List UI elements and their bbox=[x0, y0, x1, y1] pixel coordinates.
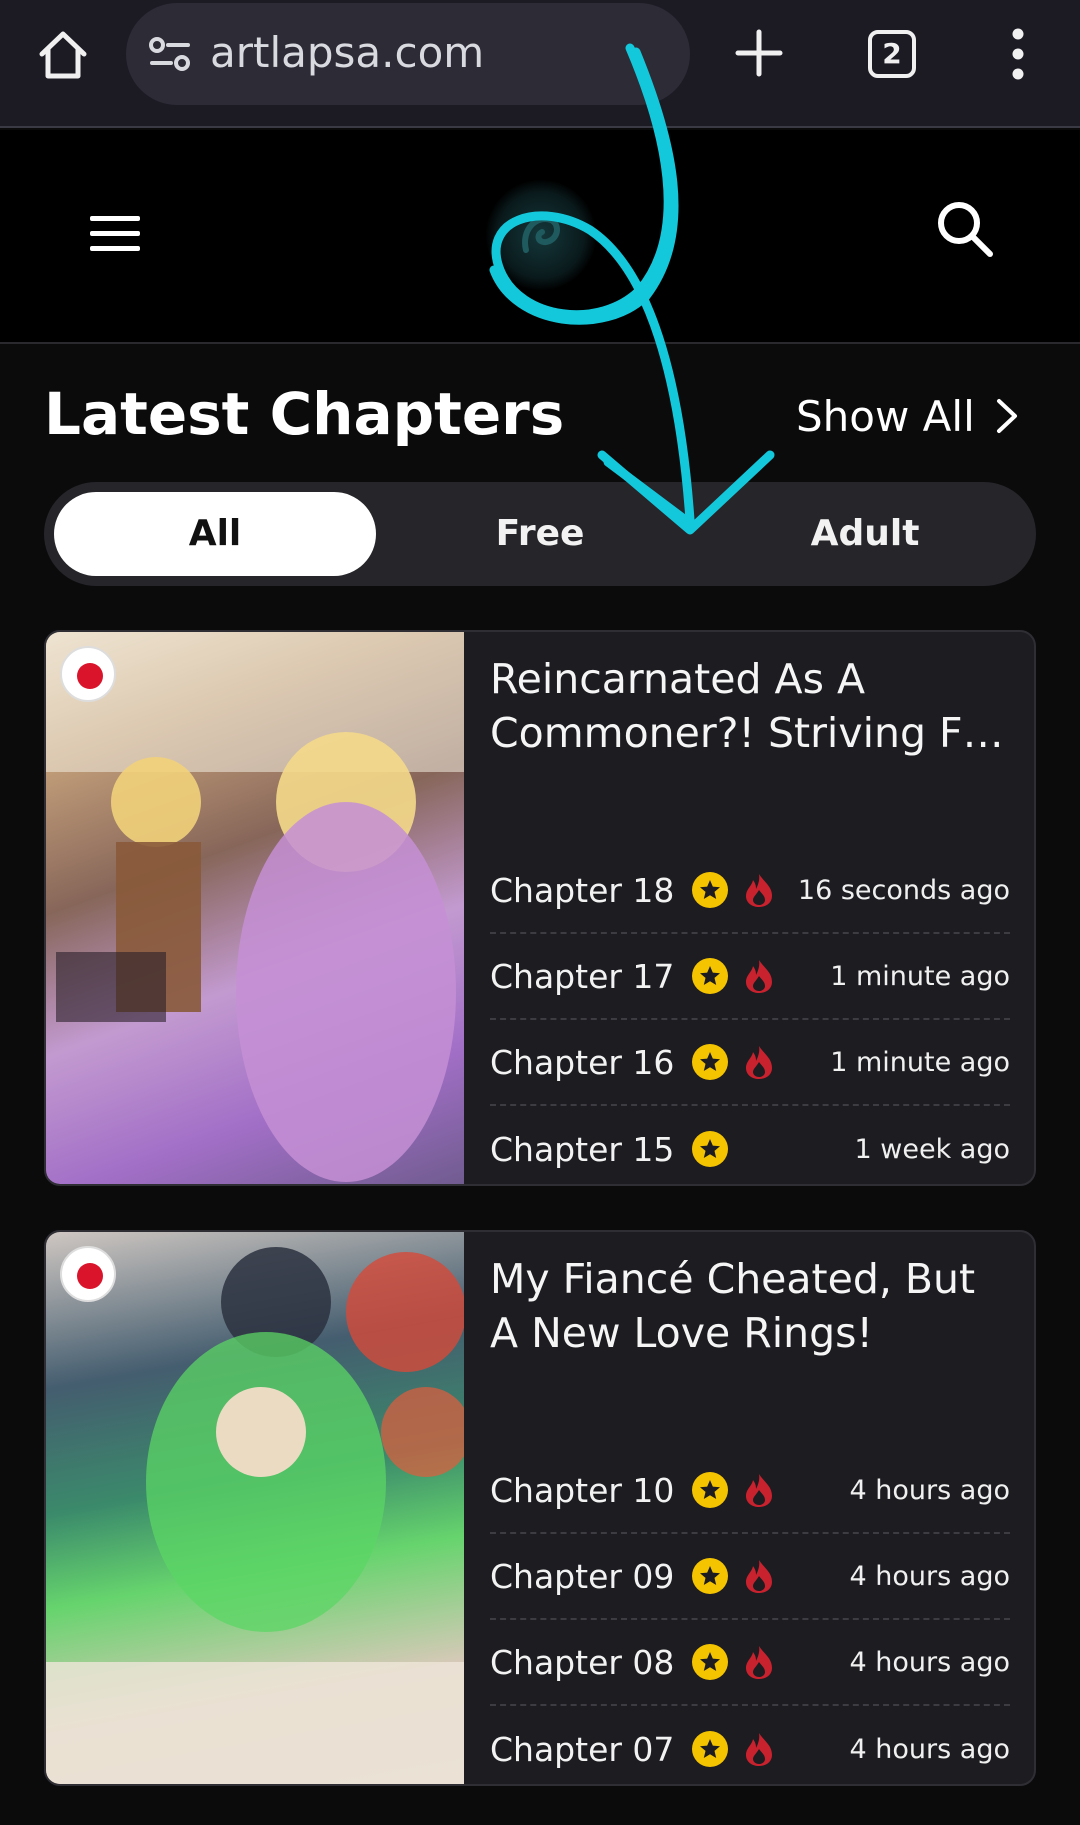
fire-icon bbox=[746, 1046, 773, 1079]
chapter-label[interactable]: Chapter 15 bbox=[490, 1130, 674, 1169]
overflow-menu-icon[interactable] bbox=[1000, 26, 1036, 82]
manga-card[interactable]: Reincarnated As A Commoner?! Striving F…… bbox=[44, 630, 1036, 1186]
chapter-time: 4 hours ago bbox=[849, 1560, 1010, 1592]
star-icon bbox=[692, 1472, 729, 1508]
japan-flag-icon bbox=[60, 1246, 116, 1302]
tab-all[interactable]: All bbox=[54, 492, 376, 576]
fire-icon bbox=[746, 1474, 773, 1507]
address-bar[interactable]: artlapsa.com bbox=[126, 3, 690, 105]
chevron-right-icon[interactable] bbox=[995, 397, 1019, 435]
star-icon bbox=[692, 872, 729, 908]
chapter-time: 1 minute ago bbox=[830, 960, 1010, 992]
chapter-time: 16 seconds ago bbox=[797, 874, 1010, 906]
chapter-time: 1 minute ago bbox=[830, 1046, 1010, 1078]
hamburger-menu-icon[interactable] bbox=[90, 216, 140, 256]
fire-icon bbox=[746, 1646, 773, 1679]
browser-toolbar: artlapsa.com 2 bbox=[0, 0, 1080, 128]
manga-cover-image[interactable] bbox=[46, 632, 464, 1184]
fire-icon bbox=[746, 1560, 773, 1593]
chapter-row[interactable]: Chapter 09 4 hours ago bbox=[490, 1534, 1010, 1620]
chapter-time: 1 week ago bbox=[854, 1133, 1011, 1165]
star-icon bbox=[692, 1731, 729, 1767]
chapter-label[interactable]: Chapter 10 bbox=[490, 1471, 674, 1510]
site-logo[interactable] bbox=[486, 180, 596, 290]
show-all-label[interactable]: Show All bbox=[796, 392, 975, 441]
url-text[interactable]: artlapsa.com bbox=[210, 28, 484, 77]
chapter-list: Chapter 18 16 seconds ago Chapter 17 1 m… bbox=[490, 848, 1011, 1184]
show-all-link[interactable]: Show All bbox=[796, 388, 1019, 444]
fire-icon bbox=[746, 1733, 773, 1766]
star-icon bbox=[692, 958, 729, 994]
star-icon bbox=[692, 1131, 729, 1167]
star-icon bbox=[692, 1044, 729, 1080]
star-icon bbox=[692, 1558, 729, 1594]
chapter-label[interactable]: Chapter 16 bbox=[490, 1043, 674, 1082]
page-title: Latest Chapters bbox=[44, 380, 565, 448]
fire-icon bbox=[746, 874, 773, 907]
chapter-time: 4 hours ago bbox=[849, 1646, 1010, 1678]
fire-icon bbox=[746, 960, 773, 993]
chapter-label[interactable]: Chapter 17 bbox=[490, 957, 674, 996]
chapter-list: Chapter 10 4 hours ago Chapter 09 4 hour… bbox=[490, 1448, 1010, 1784]
chapter-label[interactable]: Chapter 18 bbox=[490, 871, 674, 910]
search-icon[interactable] bbox=[934, 198, 996, 260]
chapter-row[interactable]: Chapter 17 1 minute ago bbox=[490, 934, 1010, 1020]
chapter-label[interactable]: Chapter 09 bbox=[490, 1557, 674, 1596]
manga-title[interactable]: Reincarnated As A Commoner?! Striving F… bbox=[490, 652, 1010, 760]
manga-cover-image[interactable] bbox=[46, 1232, 464, 1784]
chapter-row[interactable]: Chapter 15 1 week ago bbox=[490, 1106, 1011, 1184]
chapter-row[interactable]: Chapter 18 16 seconds ago bbox=[490, 848, 1010, 934]
manga-title[interactable]: My Fiancé Cheated, But A New Love Rings! bbox=[490, 1252, 1010, 1360]
chapter-label[interactable]: Chapter 08 bbox=[490, 1643, 674, 1682]
tab-switcher-icon[interactable]: 2 bbox=[868, 30, 916, 78]
chapter-row[interactable]: Chapter 16 1 minute ago bbox=[490, 1020, 1010, 1106]
home-icon[interactable] bbox=[34, 26, 92, 84]
filter-tabs: All Free Adult bbox=[44, 482, 1036, 586]
new-tab-icon[interactable] bbox=[732, 26, 786, 80]
tab-adult[interactable]: Adult bbox=[704, 492, 1026, 576]
chapter-row[interactable]: Chapter 08 4 hours ago bbox=[490, 1620, 1010, 1706]
site-header bbox=[0, 130, 1080, 344]
star-icon bbox=[692, 1644, 729, 1680]
site-info-icon[interactable] bbox=[148, 35, 192, 73]
chapter-row[interactable]: Chapter 07 4 hours ago bbox=[490, 1706, 1010, 1784]
chapter-row[interactable]: Chapter 10 4 hours ago bbox=[490, 1448, 1010, 1534]
chapter-label[interactable]: Chapter 07 bbox=[490, 1730, 674, 1769]
japan-flag-icon bbox=[60, 646, 116, 702]
tab-free[interactable]: Free bbox=[379, 492, 701, 576]
chapter-time: 4 hours ago bbox=[849, 1733, 1010, 1765]
manga-card[interactable]: My Fiancé Cheated, But A New Love Rings!… bbox=[44, 1230, 1036, 1786]
chapter-time: 4 hours ago bbox=[849, 1474, 1010, 1506]
